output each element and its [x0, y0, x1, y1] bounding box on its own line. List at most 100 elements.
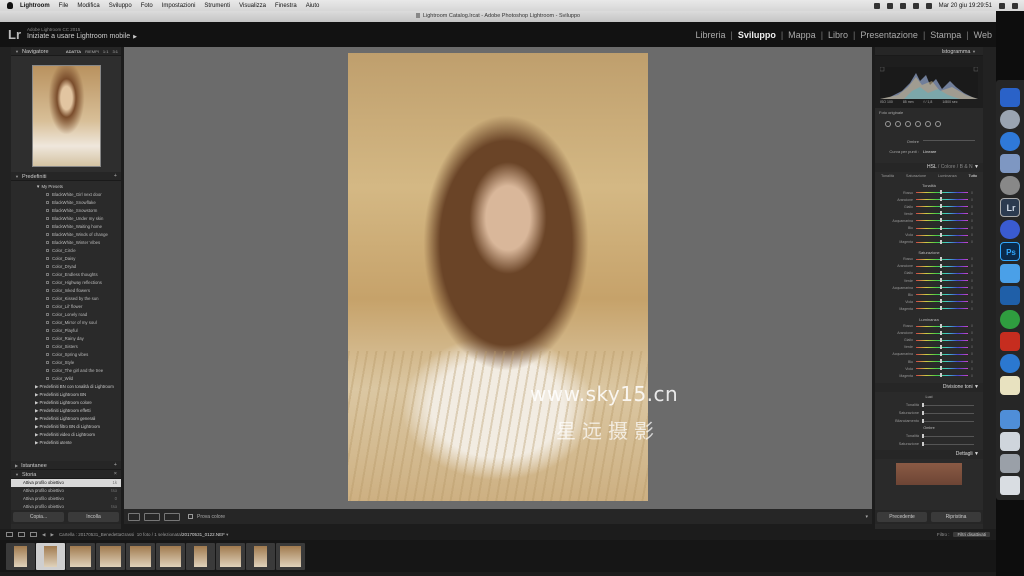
snapshots-header[interactable]: ▶ Istantanee +	[11, 461, 121, 470]
filezilla-icon[interactable]	[1000, 332, 1020, 351]
hsl-row-value[interactable]: 0	[971, 324, 973, 328]
preset-folder-my-presets[interactable]: ▼ My Presets	[11, 183, 121, 191]
hsl-row-value[interactable]: 0	[971, 331, 973, 335]
finder-icon[interactable]	[1000, 88, 1020, 107]
hsl-slider[interactable]	[916, 204, 968, 209]
hsl-slider[interactable]	[916, 359, 968, 364]
hsl-subtab-luminance[interactable]: Luminanza	[938, 172, 957, 181]
preset-folder[interactable]: ▶ Predefiniti Lightroom colore	[11, 399, 121, 407]
preset-folder[interactable]: ▶ Predefiniti utente	[11, 439, 121, 447]
before-after-swap-button[interactable]	[164, 512, 180, 521]
preset-item[interactable]: BlackWhite_Winds of change	[11, 231, 121, 239]
hsl-slider[interactable]	[916, 225, 968, 230]
hsl-row-value[interactable]: 0	[971, 219, 973, 223]
module-web[interactable]: Web	[974, 30, 992, 40]
preset-item[interactable]: BlackWhite_Snowstorm	[11, 207, 121, 215]
hsl-row-value[interactable]: 0	[971, 374, 973, 378]
hsl-slider[interactable]	[916, 337, 968, 342]
image-canvas[interactable]: www.sky15.cn 星远摄影	[124, 47, 872, 509]
hsl-row-value[interactable]: 0	[971, 286, 973, 290]
hsl-slider[interactable]	[916, 239, 968, 244]
preset-folder[interactable]: ▶ Predefiniti filtro BN di Lightroom	[11, 423, 121, 431]
hsl-row-value[interactable]: 0	[971, 264, 973, 268]
notes-icon[interactable]	[1000, 376, 1020, 395]
sh-sat-slider[interactable]	[922, 441, 974, 446]
point-curve-value[interactable]: Lineare	[923, 147, 936, 157]
hsl-row-value[interactable]: 0	[971, 271, 973, 275]
preset-item[interactable]: Color_Dryad	[11, 263, 121, 271]
hsl-tab-bw[interactable]: B & N	[960, 164, 973, 170]
filmstrip-thumbnail[interactable]	[246, 543, 275, 570]
hsl-subtab-hue[interactable]: Tonalità	[881, 172, 894, 181]
filmstrip-thumbnail[interactable]	[6, 543, 35, 570]
curve-slider[interactable]	[923, 140, 975, 141]
preset-item[interactable]: Color_Style	[11, 359, 121, 367]
hsl-row-value[interactable]: 0	[971, 352, 973, 356]
forward-arrow-icon[interactable]: ▶	[50, 532, 53, 538]
hsl-slider[interactable]	[916, 190, 968, 195]
filmstrip-thumbnail[interactable]	[36, 543, 65, 570]
apple-icon[interactable]	[7, 2, 13, 9]
history-item[interactable]: Attiva profilo obiettivo 0	[11, 495, 121, 503]
trash-icon[interactable]	[1000, 476, 1020, 495]
preset-item[interactable]: Color_Endless thoughts	[11, 271, 121, 279]
history-header[interactable]: ▼ Storia ×	[11, 470, 121, 479]
hsl-slider[interactable]	[916, 292, 968, 297]
preset-item[interactable]: Color_Daisy	[11, 255, 121, 263]
documents-icon[interactable]	[1000, 454, 1020, 473]
preset-item[interactable]: Color_Lonely road	[11, 311, 121, 319]
loupe-view-button[interactable]	[128, 512, 140, 521]
filter-dropdown[interactable]: Filtri disattivati	[953, 532, 990, 537]
preset-item[interactable]: Color_Kissed by the sun	[11, 295, 121, 303]
folder-icon[interactable]	[1000, 410, 1020, 429]
launchpad-icon[interactable]	[1000, 110, 1020, 129]
preset-folder[interactable]: ▶ Predefiniti Lightroom effetti	[11, 407, 121, 415]
radial-filter-icon[interactable]	[925, 121, 931, 127]
hsl-slider[interactable]	[916, 263, 968, 268]
hsl-row-value[interactable]: 0	[971, 345, 973, 349]
hsl-row-value[interactable]: 0	[971, 198, 973, 202]
hsl-row-value[interactable]: 0	[971, 205, 973, 209]
lightroom-dock-icon[interactable]: Lr	[1000, 198, 1020, 217]
menu-app[interactable]: Lightroom	[20, 3, 50, 9]
graduated-filter-icon[interactable]	[915, 121, 921, 127]
wifi-icon[interactable]	[912, 2, 919, 9]
hsl-tab-hsl[interactable]: HSL	[927, 164, 937, 170]
hsl-row-value[interactable]: 0	[971, 226, 973, 230]
soft-proofing-checkbox[interactable]	[188, 514, 193, 519]
back-arrow-icon[interactable]: ◀	[42, 532, 45, 538]
filmstrip-thumbnail[interactable]	[156, 543, 185, 570]
sync-icon[interactable]	[1000, 310, 1020, 329]
preset-item[interactable]: BlackWhite_Snowflake	[11, 199, 121, 207]
module-map[interactable]: Mappa	[788, 30, 816, 40]
preset-item[interactable]: Color_Playful	[11, 327, 121, 335]
hsl-row-value[interactable]: 0	[971, 300, 973, 304]
toolbar-menu-icon[interactable]: ▾	[865, 514, 868, 520]
hsl-slider[interactable]	[916, 285, 968, 290]
hsl-slider[interactable]	[916, 330, 968, 335]
tray-icon[interactable]	[886, 2, 893, 9]
hsl-slider[interactable]	[916, 270, 968, 275]
hsl-slider[interactable]	[916, 278, 968, 283]
hl-sat-slider[interactable]	[922, 410, 974, 415]
preset-folder[interactable]: ▶ Predefiniti Lightroom BN	[11, 391, 121, 399]
filmstrip-source[interactable]: Cartella : 20170531_BenedettaGrassi 10 f…	[59, 532, 228, 538]
hsl-slider[interactable]	[916, 306, 968, 311]
preset-item[interactable]: BlackWhite_Winter Vibes	[11, 239, 121, 247]
zoom-1-1[interactable]: 1:1	[103, 47, 109, 56]
menu-edit[interactable]: Modifica	[77, 3, 99, 9]
hsl-slider[interactable]	[916, 373, 968, 378]
hsl-slider[interactable]	[916, 218, 968, 223]
balance-slider[interactable]	[922, 418, 974, 423]
hsl-row-value[interactable]: 0	[971, 307, 973, 311]
menu-window[interactable]: Finestra	[275, 3, 297, 9]
adjustment-brush-icon[interactable]	[935, 121, 941, 127]
navigator-header[interactable]: ▼ Navigatore ADATTA RIEMPI 1:1 3:1	[11, 47, 121, 56]
tray-icon[interactable]	[899, 2, 906, 9]
preset-item[interactable]: BlackWhite_Under my skin	[11, 215, 121, 223]
reset-button[interactable]: Ripristina	[931, 512, 981, 522]
menu-file[interactable]: File	[59, 3, 69, 9]
hsl-header[interactable]: HSL / Colore / B & N ▼	[875, 163, 983, 172]
menu-tools[interactable]: Strumenti	[204, 3, 230, 9]
preset-item[interactable]: BlackWhite_Waiting home	[11, 223, 121, 231]
